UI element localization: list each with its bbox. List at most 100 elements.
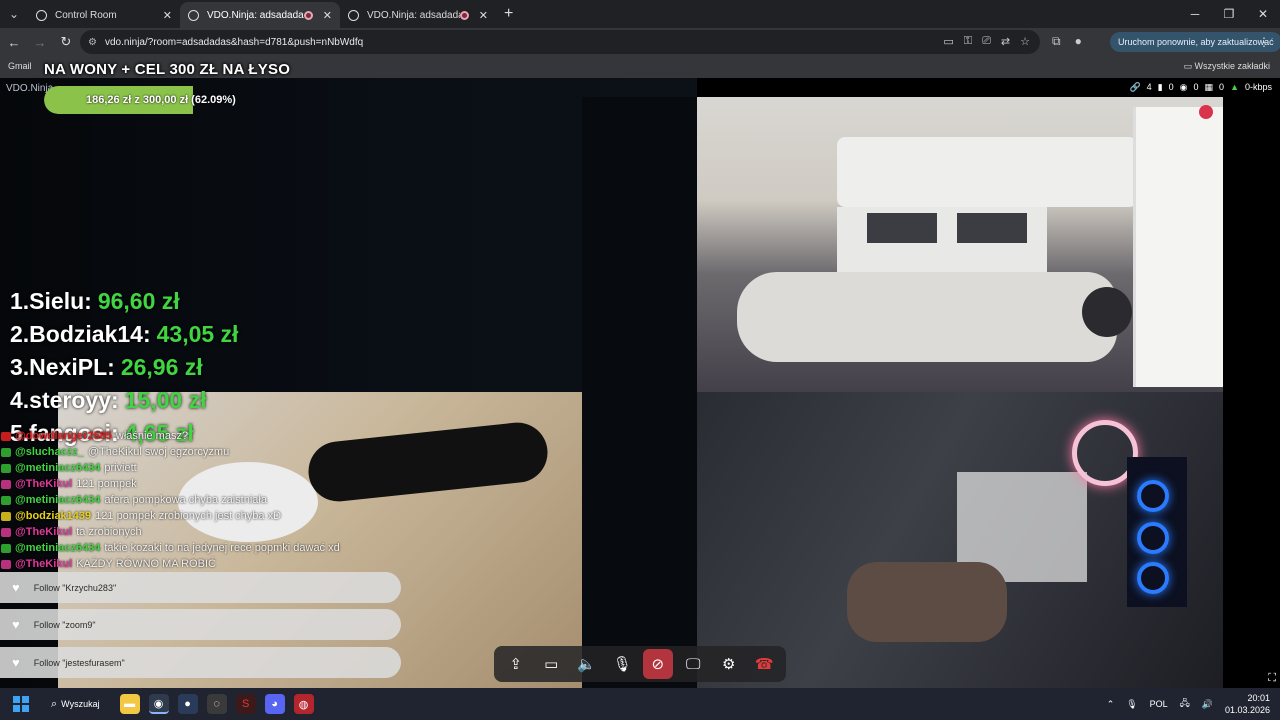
globe-icon: [188, 9, 199, 21]
tab-title: VDO.Ninja: adsadadas: [207, 9, 304, 21]
chat-text: 121 pompek zrobionych jest chyba xD: [95, 510, 282, 522]
donor-amount: 15,00 zł: [124, 387, 207, 413]
chat-message: @sluchaczz_ @TheKikul swoj egzorcyzmu: [0, 444, 450, 460]
links-count: 4: [1146, 82, 1152, 92]
translate-icon[interactable]: ⇄: [1001, 35, 1010, 48]
tab-control-room[interactable]: Control Room ✕: [28, 2, 180, 28]
box-shape: [837, 207, 1047, 277]
update-button[interactable]: Uruchom ponownie, aby zaktualizować: [1110, 32, 1280, 52]
file-explorer-icon[interactable]: ▬: [119, 694, 140, 714]
viewers-count: 0: [1193, 82, 1199, 92]
link-icon: 🔗: [1129, 82, 1141, 92]
tab-title: VDO.Ninja: adsadadas: [367, 9, 460, 21]
hang-up-button[interactable]: ☎: [749, 649, 779, 679]
chat-username: @metiniacz6434: [15, 462, 101, 474]
bookmark-star-icon[interactable]: ☆: [1020, 35, 1030, 48]
chat-platform-icon: [1, 447, 11, 457]
donor-amount: 26,96 zł: [120, 354, 203, 380]
password-icon[interactable]: ⚿: [964, 35, 972, 48]
video-feed-1[interactable]: [697, 97, 1223, 392]
taskbar-search[interactable]: ⌕ Wyszukaj: [51, 698, 100, 711]
chat-message: @TheKikul KAŻDY RÓWNO MA ROBIĆ: [0, 556, 450, 572]
tray-chevron-icon[interactable]: ⌃: [1107, 699, 1115, 710]
camera-icon[interactable]: ▭: [943, 35, 953, 48]
url-text[interactable]: vdo.ninja/?room=adsadadas&hash=d781&push…: [105, 37, 363, 48]
close-icon[interactable]: ✕: [163, 9, 172, 22]
chat-username: @TheKikul: [15, 478, 73, 490]
close-icon[interactable]: ✕: [323, 9, 332, 22]
connection-stats: 🔗 4 ▮ 0 ◉ 0 ▦ 0 ▲ 0-kbps: [1129, 82, 1272, 93]
bed-shape: [837, 137, 1137, 207]
app-red-icon[interactable]: ◍: [293, 694, 314, 714]
settings-button[interactable]: ⚙: [714, 649, 744, 679]
close-window-icon[interactable]: ✕: [1246, 0, 1280, 28]
empty-video-area: [582, 97, 697, 688]
tab-search-icon[interactable]: ⌄: [0, 0, 28, 28]
start-button[interactable]: [13, 696, 29, 712]
chat-button[interactable]: ▭: [536, 649, 566, 679]
file-share-button[interactable]: ⇪: [501, 649, 531, 679]
app-icon[interactable]: ●: [177, 694, 198, 714]
follow-text: Follow "Krzychu283": [33, 582, 117, 593]
all-bookmarks-folder[interactable]: ▭ Wszystkie zakładki: [1183, 61, 1270, 72]
speaker-button[interactable]: 🔈: [572, 649, 602, 679]
app-s-icon[interactable]: S: [235, 694, 256, 714]
chat-message: @metiniacz6434 priviett: [0, 460, 450, 476]
back-icon[interactable]: ←: [2, 35, 26, 50]
cast-icon[interactable]: ⎚: [982, 35, 991, 48]
new-tab-button[interactable]: +: [504, 5, 513, 23]
leaderboard-row: 2.Bodziak14: 43,05 zł: [10, 318, 238, 351]
extensions-icon[interactable]: ⧉: [1052, 34, 1061, 49]
clock-time: 20:01: [1247, 693, 1270, 703]
cpu-icon: ▦: [1204, 82, 1214, 92]
chat-text: 121 pompek: [76, 478, 137, 490]
goal-progress-text: 186,26 zł z 300,00 zł (62.09%): [86, 94, 236, 106]
taskbar-apps: ▬ ◉ ● ◌ S ◕ ◍: [119, 694, 314, 714]
profile-icon[interactable]: ●: [1075, 34, 1082, 49]
follow-text: Follow "zoom9": [33, 619, 96, 630]
obs-icon[interactable]: ◌: [206, 694, 227, 714]
tab-vdo-ninja[interactable]: VDO.Ninja: adsadadas ✕: [340, 2, 496, 28]
globe-icon: [36, 9, 47, 21]
menu-icon[interactable]: ⋮: [1258, 35, 1270, 49]
address-bar[interactable]: ⚙ vdo.ninja/?room=adsadadas&hash=d781&pu…: [80, 30, 1040, 54]
heart-icon: ♥: [12, 655, 20, 670]
system-tray: ⌃ 🎙 POL 🖧 🔊 20:01 01.03.2026: [1107, 688, 1270, 720]
forward-icon[interactable]: →: [28, 35, 52, 50]
clock-date: 01.03.2026: [1224, 705, 1270, 715]
fullscreen-icon[interactable]: ⛶: [1268, 672, 1276, 685]
donor-name: 1.Sielu:: [10, 288, 92, 314]
tab-vdo-ninja-active[interactable]: VDO.Ninja: adsadadas ✕: [180, 2, 340, 28]
camera-off-button[interactable]: ⊘: [642, 649, 673, 679]
mic-tray-icon[interactable]: 🎙: [1126, 699, 1137, 710]
chat-message: @TheKikul 121 pompek: [0, 476, 450, 492]
chat-platform-icon: [1, 463, 11, 473]
bitrate-icon: ▲: [1230, 82, 1239, 92]
discord-icon[interactable]: ◕: [264, 694, 285, 714]
fan-light-shape: [1137, 562, 1169, 594]
clock[interactable]: 20:01 01.03.2026: [1225, 692, 1270, 716]
minimize-icon[interactable]: ─: [1178, 0, 1212, 28]
network-icon[interactable]: 🖧: [1180, 696, 1190, 712]
donor-amount: 96,60 zł: [97, 288, 180, 314]
site-info-icon[interactable]: ⚙: [88, 37, 97, 48]
leaderboard-row: 3.NexiPL: 26,96 zł: [10, 351, 238, 384]
chat-username: @metiniacz6434: [15, 542, 101, 554]
reload-icon[interactable]: ↻: [54, 34, 78, 50]
chat-text: priviett: [104, 462, 137, 474]
language-indicator[interactable]: POL: [1150, 699, 1168, 709]
muted-mic-icon: [1199, 105, 1213, 119]
chrome-icon[interactable]: ◉: [148, 694, 169, 714]
chat-message: @TheKikul ta zrobionych: [0, 524, 450, 540]
close-icon[interactable]: ✕: [479, 9, 488, 22]
screen-share-button[interactable]: 🖵: [678, 649, 708, 679]
volume-icon[interactable]: 🔊: [1202, 699, 1213, 710]
donor-name: 3.NexiPL:: [10, 354, 115, 380]
maximize-icon[interactable]: ❐: [1212, 0, 1246, 28]
bookmark-gmail[interactable]: Gmail: [8, 61, 32, 71]
fan-light-shape: [1137, 522, 1169, 554]
cpu-count: 0: [1219, 82, 1225, 92]
microphone-button[interactable]: 🎙: [607, 649, 637, 679]
heart-icon: ♥: [12, 580, 20, 595]
video-feed-2[interactable]: [697, 392, 1223, 688]
